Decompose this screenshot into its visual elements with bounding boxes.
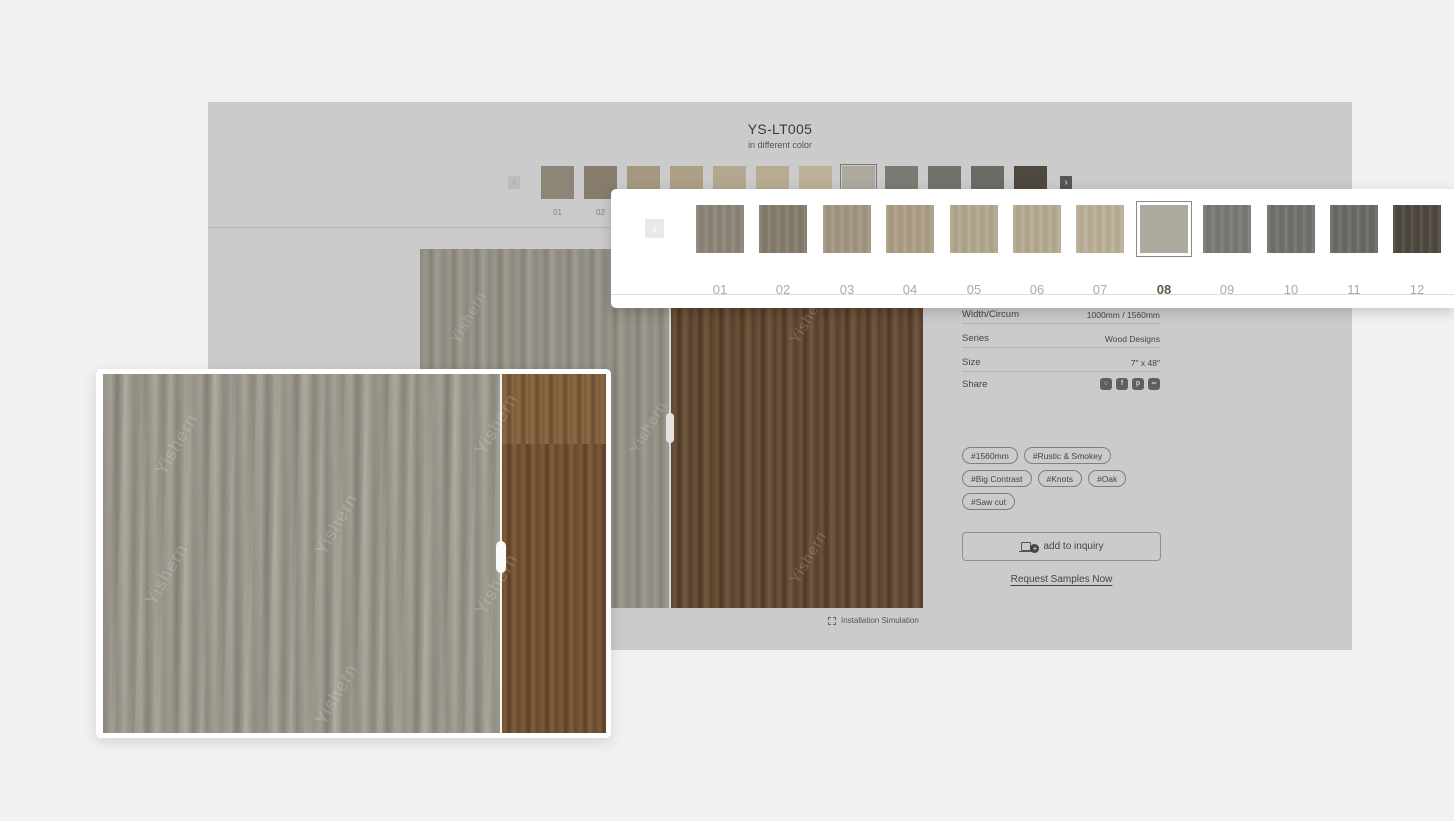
installation-simulation-button[interactable]: Installation Simulation bbox=[828, 616, 919, 625]
spec-row: Series Wood Designs bbox=[962, 324, 1160, 348]
tag-list: #1560mm #Rustic & Smokey #Big Contrast #… bbox=[962, 447, 1172, 510]
strip-divider bbox=[611, 294, 1454, 295]
spec-row: Size 7" x 48" bbox=[962, 348, 1160, 372]
strip-color-thumbnail[interactable] bbox=[1203, 205, 1251, 253]
strip-color-thumbnail[interactable] bbox=[696, 205, 744, 253]
share-label: Share bbox=[962, 378, 988, 390]
tag[interactable]: #Big Contrast bbox=[962, 470, 1032, 487]
compare-viewer-zoom[interactable]: Yishern Yishern Yishern Yishern Yishern … bbox=[96, 369, 611, 738]
tag[interactable]: #Oak bbox=[1087, 470, 1127, 487]
strip-color-thumbnail[interactable] bbox=[1013, 205, 1061, 253]
add-to-inquiry-label: add to inquiry bbox=[1043, 541, 1104, 552]
strip-color-thumbnail[interactable] bbox=[1267, 205, 1315, 253]
spec-label: Width/Circum bbox=[962, 309, 1020, 320]
installation-simulation-label: Installation Simulation bbox=[841, 616, 919, 625]
zoom-compare-area: Yishern Yishern Yishern Yishern Yishern … bbox=[103, 374, 606, 733]
pinterest-icon[interactable]: p bbox=[1132, 378, 1144, 390]
share-row: Share ○ f p ∞ bbox=[962, 378, 1160, 390]
strip-color-thumbnail[interactable] bbox=[1330, 205, 1378, 253]
color-number: 01 bbox=[553, 208, 562, 217]
compare-drag-handle[interactable] bbox=[666, 413, 674, 443]
strip-color-thumbnail[interactable] bbox=[1393, 205, 1441, 253]
color-thumbnail[interactable] bbox=[541, 166, 574, 199]
color-strip-zoom: ‹ 01 02 03 04 05 06 07 08 09 10 11 12 bbox=[611, 189, 1454, 308]
fullscreen-icon bbox=[828, 616, 836, 625]
product-code: YS-LT005 bbox=[747, 121, 813, 137]
strip-color-thumbnail[interactable] bbox=[759, 205, 807, 253]
strip-color-thumbnail[interactable] bbox=[950, 205, 998, 253]
inquiry-add-icon bbox=[1019, 541, 1040, 553]
zoom-left-texture bbox=[103, 374, 500, 733]
strip-color-thumbnail[interactable] bbox=[823, 205, 871, 253]
spec-label: Series bbox=[962, 333, 989, 344]
strip-color-thumbnail[interactable] bbox=[886, 205, 934, 253]
tag[interactable]: #Saw cut bbox=[962, 493, 1015, 510]
spec-list: Width/Circum 1000mm / 1560mm Series Wood… bbox=[962, 300, 1160, 390]
spec-value: Wood Designs bbox=[1104, 334, 1160, 344]
link-icon[interactable]: ∞ bbox=[1148, 378, 1160, 390]
spec-value: 7" x 48" bbox=[1130, 358, 1160, 368]
zoom-drag-handle[interactable] bbox=[496, 541, 506, 573]
product-subtitle: in different color bbox=[748, 140, 812, 150]
strip-prev-arrow-icon[interactable]: ‹ bbox=[645, 219, 664, 238]
line-icon[interactable]: ○ bbox=[1100, 378, 1112, 390]
strip-color-thumbnail[interactable] bbox=[1136, 201, 1192, 257]
request-samples-link[interactable]: Request Samples Now bbox=[962, 574, 1161, 585]
spec-label: Size bbox=[962, 357, 981, 368]
share-icons: ○ f p ∞ bbox=[1100, 378, 1160, 390]
tag[interactable]: #1560mm bbox=[962, 447, 1018, 464]
add-to-inquiry-button[interactable]: add to inquiry bbox=[962, 532, 1161, 561]
spec-value: 1000mm / 1560mm bbox=[1086, 310, 1160, 320]
facebook-icon[interactable]: f bbox=[1116, 378, 1128, 390]
prev-color-arrow-icon[interactable]: ‹ bbox=[508, 176, 520, 189]
tag[interactable]: #Knots bbox=[1037, 470, 1082, 487]
strip-color-thumbnail[interactable] bbox=[1076, 205, 1124, 253]
tag[interactable]: #Rustic & Smokey bbox=[1023, 447, 1112, 464]
next-color-arrow-icon[interactable]: › bbox=[1060, 176, 1072, 189]
color-number-row: 01 02 bbox=[541, 208, 617, 217]
